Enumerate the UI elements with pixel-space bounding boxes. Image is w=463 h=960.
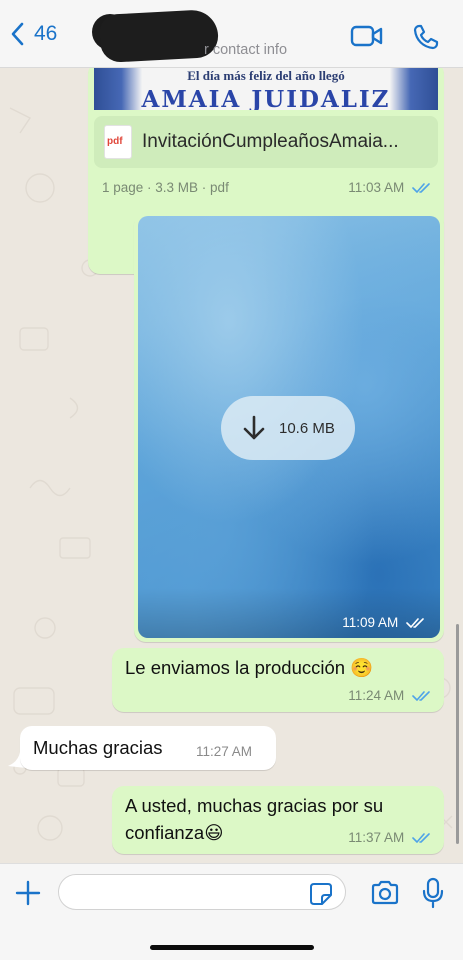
chevron-left-icon	[11, 22, 24, 46]
scrollbar[interactable]	[456, 624, 459, 844]
message-time: 11:37 AM	[348, 830, 405, 845]
message-text: Le enviamos la producción ☺️	[125, 657, 374, 678]
unread-count: 46	[34, 22, 58, 45]
message-time: 11:24 AM	[348, 688, 405, 703]
chat-header: 46 r contact info	[0, 0, 463, 68]
contact-info-hint[interactable]: r contact info	[204, 42, 287, 58]
sticker-button[interactable]	[309, 882, 333, 911]
message-text: Muchas gracias	[33, 737, 163, 758]
pdf-file-info: 1 page · 3.3 MB · pdf	[102, 180, 229, 195]
message-time: 11:03 AM	[348, 180, 405, 195]
download-size: 10.6 MB	[279, 419, 335, 437]
camera-icon	[371, 880, 399, 905]
back-button[interactable]: 46	[8, 20, 57, 48]
message-meta: 11:27 AM	[196, 744, 252, 759]
message-composer	[0, 863, 463, 960]
blurred-image-preview[interactable]: 10.6 MB 11:09 AM	[138, 216, 440, 638]
camera-button[interactable]	[370, 880, 400, 911]
double-check-icon	[406, 618, 424, 629]
message-text-line-2: confianza😃	[125, 822, 224, 843]
download-button[interactable]: 10.6 MB	[221, 396, 355, 460]
message-meta: 11:03 AM	[348, 180, 432, 195]
contact-name[interactable]	[98, 8, 220, 64]
pdf-file-icon: pdf	[104, 125, 132, 159]
voice-call-button[interactable]	[412, 23, 440, 56]
image-shade	[138, 588, 440, 638]
message-meta: 11:09 AM	[342, 615, 426, 630]
attach-button[interactable]	[14, 879, 42, 912]
pdf-preview-title: AMAIA JUIDALIZ	[141, 86, 391, 110]
message-input[interactable]	[58, 874, 346, 910]
pdf-preview[interactable]: El día más feliz del año llegó AMAIA JUI…	[94, 68, 438, 110]
sticker-icon	[310, 883, 332, 905]
plus-icon	[15, 880, 41, 906]
chat-area[interactable]: El día más feliz del año llegó AMAIA JUI…	[0, 68, 463, 863]
incoming-message[interactable]: Muchas gracias 11:27 AM	[20, 726, 276, 770]
download-arrow-icon	[243, 415, 265, 440]
video-call-button[interactable]	[350, 24, 384, 53]
microphone-button[interactable]	[422, 877, 444, 914]
message-time: 11:09 AM	[342, 615, 399, 630]
double-check-icon	[412, 691, 430, 702]
pdf-file-row[interactable]: pdf InvitaciónCumpleañosAmaia...	[94, 116, 438, 168]
outgoing-message[interactable]: Le enviamos la producción ☺️ 11:24 AM	[112, 648, 444, 712]
double-check-icon	[412, 833, 430, 844]
phone-icon	[413, 24, 439, 50]
image-message[interactable]: 10.6 MB 11:09 AM	[134, 212, 444, 642]
message-meta: 11:37 AM	[348, 830, 432, 845]
home-indicator	[150, 945, 314, 950]
video-icon	[350, 25, 383, 47]
pdf-file-name: InvitaciónCumpleañosAmaia...	[142, 131, 399, 152]
pdf-preview-heading: El día más feliz del año llegó	[187, 68, 345, 83]
outgoing-message[interactable]: A usted, muchas gracias por su confianza…	[112, 786, 444, 854]
message-text-line-1: A usted, muchas gracias por su	[125, 795, 384, 816]
double-check-icon	[412, 183, 430, 194]
message-time: 11:27 AM	[196, 744, 253, 759]
pdf-icon-label: pdf	[107, 136, 123, 147]
microphone-icon	[422, 877, 444, 909]
message-meta: 11:24 AM	[348, 688, 432, 703]
